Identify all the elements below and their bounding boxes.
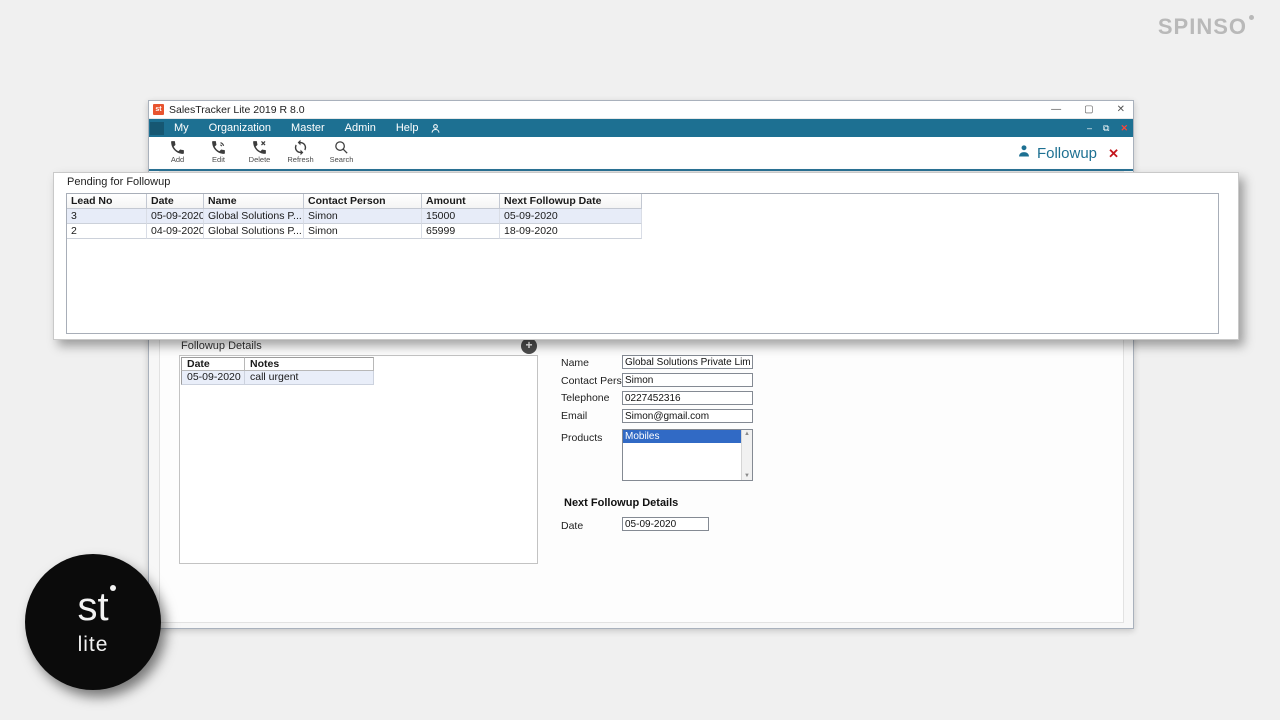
cell-date[interactable]: 05-09-2020 bbox=[147, 209, 204, 224]
menu-item-admin[interactable]: Admin bbox=[335, 119, 386, 137]
mdi-restore-icon[interactable]: ⧉ bbox=[1103, 123, 1109, 134]
edit-button[interactable]: Edit bbox=[198, 139, 239, 164]
pending-row-1[interactable]: 3 05-09-2020 Global Solutions P... Simon… bbox=[67, 209, 1218, 224]
next-date-label: Date bbox=[561, 520, 583, 532]
scroll-down-icon[interactable]: ▼ bbox=[742, 473, 752, 479]
col-next-followup-date[interactable]: Next Followup Date bbox=[500, 194, 642, 209]
spinso-logo-dot-icon bbox=[1249, 15, 1254, 20]
followup-notes-list[interactable]: Date Notes 05-09-2020 call urgent bbox=[179, 355, 538, 564]
phone-edit-icon bbox=[210, 139, 227, 156]
refresh-button[interactable]: Refresh bbox=[280, 139, 321, 164]
phone-delete-icon bbox=[251, 139, 268, 156]
phone-add-icon bbox=[169, 139, 186, 156]
pending-list[interactable]: Lead No Date Name Contact Person Amount … bbox=[66, 193, 1219, 334]
notes-row[interactable]: 05-09-2020 call urgent bbox=[181, 371, 374, 385]
cell-next-followup-date[interactable]: 18-09-2020 bbox=[500, 224, 642, 239]
followup-person-icon bbox=[1017, 144, 1031, 162]
notes-header-row: Date Notes bbox=[181, 357, 374, 371]
followup-details-title: Followup Details bbox=[181, 340, 262, 352]
spinso-logo-text: SPINSO bbox=[1158, 14, 1247, 39]
cell-contact-person[interactable]: Simon bbox=[304, 209, 422, 224]
cell-lead-no[interactable]: 3 bbox=[67, 209, 147, 224]
user-account-icon[interactable] bbox=[430, 123, 441, 134]
maximize-icon[interactable]: ▢ bbox=[1084, 101, 1093, 119]
view-title: Followup bbox=[1037, 145, 1097, 162]
pending-row-2[interactable]: 2 04-09-2020 Global Solutions P... Simon… bbox=[67, 224, 1218, 239]
window-title: SalesTracker Lite 2019 R 8.0 bbox=[169, 104, 305, 116]
notes-col-date[interactable]: Date bbox=[181, 357, 245, 371]
search-button-label: Search bbox=[330, 155, 354, 164]
menu-bar: My Organization Master Admin Help – ⧉ ✕ bbox=[149, 119, 1133, 137]
col-name[interactable]: Name bbox=[204, 194, 304, 209]
mdi-close-icon[interactable]: ✕ bbox=[1120, 123, 1128, 134]
logo-lite-text: lite bbox=[78, 633, 109, 657]
pending-header-row: Lead No Date Name Contact Person Amount … bbox=[67, 194, 1218, 209]
delete-button[interactable]: Delete bbox=[239, 139, 280, 164]
cell-contact-person[interactable]: Simon bbox=[304, 224, 422, 239]
notes-col-notes[interactable]: Notes bbox=[245, 357, 374, 371]
refresh-button-label: Refresh bbox=[287, 155, 313, 164]
spinso-logo: SPINSO bbox=[1158, 14, 1254, 40]
app-icon: st bbox=[153, 104, 164, 115]
toolbar: Add Edit Delete bbox=[149, 137, 1133, 171]
col-lead-no[interactable]: Lead No bbox=[67, 194, 147, 209]
logo-st-text: st bbox=[77, 587, 108, 627]
email-field[interactable] bbox=[622, 409, 753, 423]
col-date[interactable]: Date bbox=[147, 194, 204, 209]
cell-name[interactable]: Global Solutions P... bbox=[204, 224, 304, 239]
system-menu-block bbox=[150, 122, 164, 135]
mdi-minimize-icon[interactable]: – bbox=[1087, 123, 1092, 133]
desktop-background: SPINSO st SalesTracker Lite 2019 R 8.0 —… bbox=[0, 0, 1280, 720]
next-followup-title: Next Followup Details bbox=[564, 497, 678, 509]
next-date-field[interactable] bbox=[622, 517, 709, 531]
notes-cell-date[interactable]: 05-09-2020 bbox=[181, 371, 245, 385]
cell-next-followup-date[interactable]: 05-09-2020 bbox=[500, 209, 642, 224]
scroll-up-icon[interactable]: ▲ bbox=[742, 431, 752, 437]
window-titlebar[interactable]: st SalesTracker Lite 2019 R 8.0 — ▢ ✕ bbox=[149, 101, 1133, 119]
contact-person-field[interactable] bbox=[622, 373, 753, 387]
pending-followup-panel: Pending for Followup Lead No Date Name C… bbox=[53, 172, 1239, 340]
menu-item-help[interactable]: Help bbox=[386, 119, 429, 137]
add-followup-note-button[interactable]: + bbox=[521, 338, 537, 354]
minimize-icon[interactable]: — bbox=[1051, 101, 1061, 119]
refresh-icon bbox=[292, 139, 309, 156]
telephone-label: Telephone bbox=[561, 392, 609, 404]
products-listbox[interactable]: Mobiles ▲ ▼ bbox=[622, 429, 753, 481]
cell-lead-no[interactable]: 2 bbox=[67, 224, 147, 239]
notes-cell-notes[interactable]: call urgent bbox=[245, 371, 374, 385]
close-icon[interactable]: ✕ bbox=[1117, 101, 1125, 119]
logo-st-letters: st bbox=[77, 585, 108, 629]
edit-button-label: Edit bbox=[212, 155, 225, 164]
delete-button-label: Delete bbox=[249, 155, 271, 164]
col-contact-person[interactable]: Contact Person bbox=[304, 194, 422, 209]
logo-dot-icon bbox=[110, 585, 116, 591]
products-label: Products bbox=[561, 432, 602, 444]
menu-item-master[interactable]: Master bbox=[281, 119, 335, 137]
telephone-field[interactable] bbox=[622, 391, 753, 405]
pending-panel-title: Pending for Followup bbox=[67, 176, 170, 188]
name-label: Name bbox=[561, 357, 589, 369]
menu-item-my[interactable]: My bbox=[164, 119, 199, 137]
st-lite-logo: st lite bbox=[25, 554, 161, 690]
cell-amount[interactable]: 65999 bbox=[422, 224, 500, 239]
name-field[interactable] bbox=[622, 355, 753, 369]
col-amount[interactable]: Amount bbox=[422, 194, 500, 209]
add-button-label: Add bbox=[171, 155, 184, 164]
products-scrollbar[interactable]: ▲ ▼ bbox=[741, 430, 752, 480]
cell-amount[interactable]: 15000 bbox=[422, 209, 500, 224]
search-button[interactable]: Search bbox=[321, 139, 362, 164]
view-header: Followup bbox=[1017, 144, 1097, 162]
menu-item-organization[interactable]: Organization bbox=[199, 119, 281, 137]
cell-name[interactable]: Global Solutions P... bbox=[204, 209, 304, 224]
view-close-icon[interactable]: ✕ bbox=[1108, 146, 1119, 162]
search-icon bbox=[333, 139, 350, 156]
product-item-selected[interactable]: Mobiles bbox=[623, 430, 741, 443]
cell-date[interactable]: 04-09-2020 bbox=[147, 224, 204, 239]
add-button[interactable]: Add bbox=[157, 139, 198, 164]
email-label: Email bbox=[561, 410, 587, 422]
